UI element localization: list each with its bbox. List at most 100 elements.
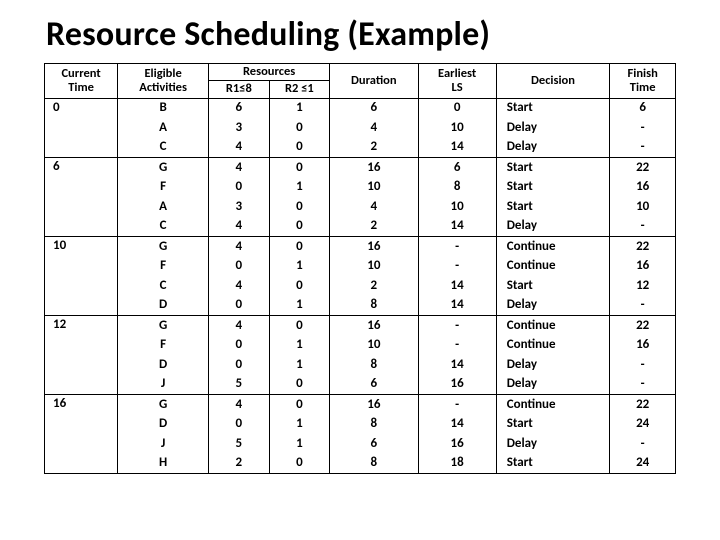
col-finish-time: FinishTime — [610, 64, 676, 99]
schedule-table: CurrentTime EligibleActivities Resources… — [44, 63, 676, 474]
r1-cell: 0 — [209, 355, 270, 375]
activity-cell: D — [118, 296, 209, 316]
finish-cell: 12 — [610, 276, 676, 296]
duration-cell: 10 — [330, 178, 418, 198]
table-row: 6G40166Start22 — [45, 158, 676, 178]
decision-cell: Delay — [496, 296, 610, 316]
time-cell: 16 — [45, 395, 118, 474]
ls-cell: 14 — [418, 276, 496, 296]
table-row: 0B6160Start6 — [45, 98, 676, 118]
duration-cell: 8 — [330, 296, 418, 316]
ls-cell: 14 — [418, 355, 496, 375]
r1-cell: 5 — [209, 375, 270, 395]
activity-cell: G — [118, 316, 209, 336]
decision-cell: Continue — [496, 316, 610, 336]
decision-cell: Continue — [496, 395, 610, 415]
decision-cell: Delay — [496, 434, 610, 454]
r2-cell: 0 — [269, 237, 330, 257]
decision-cell: Continue — [496, 257, 610, 277]
duration-cell: 16 — [330, 237, 418, 257]
ls-cell: 16 — [418, 434, 496, 454]
duration-cell: 4 — [330, 197, 418, 217]
col-earliest-ls: EarliestLS — [418, 64, 496, 99]
r2-cell: 0 — [269, 217, 330, 237]
activity-cell: C — [118, 276, 209, 296]
decision-cell: Start — [496, 158, 610, 178]
ls-cell: 14 — [418, 138, 496, 158]
decision-cell: Delay — [496, 375, 610, 395]
table-row: F01108Start16 — [45, 178, 676, 198]
duration-cell: 8 — [330, 454, 418, 474]
r2-cell: 1 — [269, 355, 330, 375]
finish-cell: 6 — [610, 98, 676, 118]
r2-cell: 1 — [269, 296, 330, 316]
table-row: C40214Delay- — [45, 138, 676, 158]
ls-cell: - — [418, 237, 496, 257]
table-row: 12G4016-Continue22 — [45, 316, 676, 336]
duration-cell: 6 — [330, 434, 418, 454]
col-r2: R2 ≤1 — [269, 81, 330, 98]
duration-cell: 6 — [330, 98, 418, 118]
activity-cell: J — [118, 375, 209, 395]
page-title: Resource Scheduling (Example) — [46, 14, 676, 55]
r1-cell: 0 — [209, 178, 270, 198]
activity-cell: C — [118, 138, 209, 158]
activity-cell: D — [118, 355, 209, 375]
decision-cell: Start — [496, 197, 610, 217]
finish-cell: - — [610, 375, 676, 395]
r2-cell: 0 — [269, 454, 330, 474]
r1-cell: 4 — [209, 316, 270, 336]
duration-cell: 2 — [330, 276, 418, 296]
activity-cell: C — [118, 217, 209, 237]
finish-cell: 22 — [610, 237, 676, 257]
ls-cell: 14 — [418, 415, 496, 435]
duration-cell: 16 — [330, 316, 418, 336]
decision-cell: Delay — [496, 138, 610, 158]
table-row: C40214Delay- — [45, 217, 676, 237]
r1-cell: 4 — [209, 138, 270, 158]
table-row: J51616Delay- — [45, 434, 676, 454]
r2-cell: 1 — [269, 98, 330, 118]
table-row: F0110-Continue16 — [45, 257, 676, 277]
decision-cell: Start — [496, 98, 610, 118]
finish-cell: 22 — [610, 158, 676, 178]
r1-cell: 4 — [209, 237, 270, 257]
duration-cell: 2 — [330, 138, 418, 158]
duration-cell: 8 — [330, 355, 418, 375]
finish-cell: 22 — [610, 395, 676, 415]
r1-cell: 3 — [209, 197, 270, 217]
duration-cell: 8 — [330, 415, 418, 435]
table-row: F0110-Continue16 — [45, 336, 676, 356]
activity-cell: D — [118, 415, 209, 435]
r1-cell: 5 — [209, 434, 270, 454]
duration-cell: 6 — [330, 375, 418, 395]
r1-cell: 3 — [209, 118, 270, 138]
activity-cell: G — [118, 395, 209, 415]
activity-cell: A — [118, 118, 209, 138]
table-row: H20818Start24 — [45, 454, 676, 474]
col-r1: R1≤8 — [209, 81, 270, 98]
col-duration: Duration — [330, 64, 418, 99]
r2-cell: 0 — [269, 158, 330, 178]
time-cell: 12 — [45, 316, 118, 395]
decision-cell: Continue — [496, 237, 610, 257]
col-eligible-activities: EligibleActivities — [118, 64, 209, 99]
decision-cell: Start — [496, 454, 610, 474]
r2-cell: 0 — [269, 138, 330, 158]
finish-cell: - — [610, 217, 676, 237]
ls-cell: 6 — [418, 158, 496, 178]
ls-cell: - — [418, 395, 496, 415]
table-row: C40214Start12 — [45, 276, 676, 296]
table-row: A30410Delay- — [45, 118, 676, 138]
activity-cell: G — [118, 158, 209, 178]
activity-cell: F — [118, 178, 209, 198]
decision-cell: Start — [496, 276, 610, 296]
table-row: J50616Delay- — [45, 375, 676, 395]
ls-cell: - — [418, 316, 496, 336]
r2-cell: 1 — [269, 434, 330, 454]
col-decision: Decision — [496, 64, 610, 99]
r2-cell: 0 — [269, 276, 330, 296]
r1-cell: 0 — [209, 415, 270, 435]
time-cell: 10 — [45, 237, 118, 316]
finish-cell: - — [610, 296, 676, 316]
